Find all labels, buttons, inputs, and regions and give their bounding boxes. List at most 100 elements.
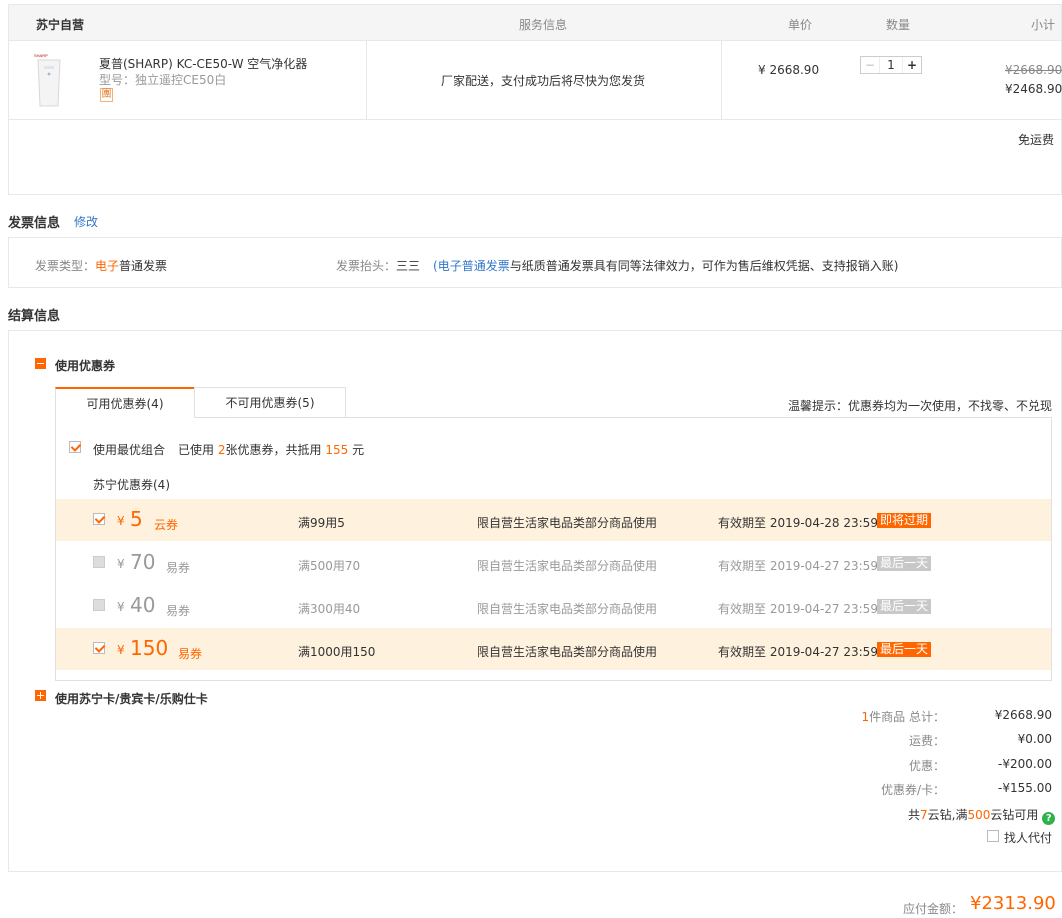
coupon-validity: 有效期至 2019-04-27 23:59 [718,645,878,659]
order-table-header: 苏宁自营 服务信息 单价 数量 小计 [9,5,1061,41]
coupon-scope: 限自营生活家电品类部分商品使用 [477,559,658,573]
summary-shipping: ¥0.00 [1017,732,1052,746]
coupon-rule: 满99用5 [298,516,345,530]
coupon-amount: 150 [130,636,169,660]
original-subtotal: ¥2668.90 [1005,63,1062,77]
divider [366,41,367,119]
invoice-note-link[interactable]: 电子普通发票 [438,259,510,273]
quantity-stepper[interactable]: − 1 + [860,56,922,74]
coupon-usage-summary: 已使用 2张优惠券，共抵用 155 元 [178,441,364,458]
header-subtotal: 小计 [1031,18,1056,32]
svg-text:SHARP: SHARP [34,53,48,58]
coupon-kind: 易券 [178,647,203,661]
quantity-input[interactable]: 1 [879,57,903,73]
order-table: 苏宁自营 服务信息 单价 数量 小计 [8,4,1062,195]
yunzuan-post: 云钻可用 [990,808,1039,822]
summary-discount-label: 优惠： [908,759,945,773]
header-price: 单价 [788,18,813,32]
coupon-yen: ¥ [117,600,125,614]
use-card-toggle[interactable]: 使用苏宁卡/贵宾卡/乐购仕卡 [55,690,208,707]
best-combo-checkbox[interactable] [69,441,81,453]
collapse-icon[interactable] [35,358,46,369]
coupon-status-tag: 最后一天 [877,599,932,614]
coupon-kind: 易券 [166,561,191,575]
yunzuan-count: 7 [920,808,928,822]
usage-amount: 155 [325,443,349,457]
use-coupon-toggle[interactable]: 使用优惠券 [55,357,115,374]
coupon-rule: 满500用70 [298,559,361,573]
coupon-tip: 温馨提示：优惠券均为一次使用，不找零、不兑现 [788,399,1053,413]
yunzuan-info: 共7云钻,满500云钻可用 ? [908,806,1056,825]
proxy-pay-label[interactable]: 找人代付 [1004,829,1052,846]
summary-coupon-label: 优惠券/卡： [880,783,945,797]
coupon-checkbox[interactable] [93,556,105,568]
proxy-pay-checkbox[interactable] [987,830,999,842]
coupon-checkbox[interactable] [93,513,105,525]
tab-unavailable-coupons[interactable]: 不可用优惠券(5) [194,387,346,418]
usage-unit: 元 [352,443,365,457]
invoice-header: 发票抬头：三三 [336,257,420,274]
invoice-edit-link[interactable]: 修改 [74,213,98,230]
coupon-kind: 云券 [154,518,179,532]
quantity-plus-button[interactable]: + [903,57,921,73]
divider [721,41,722,119]
coupon-validity: 有效期至 2019-04-27 23:59 [718,602,878,616]
usage-pre: 已使用 [178,443,215,457]
summary-discount: -¥200.00 [998,757,1052,771]
coupon-scope: 限自营生活家电品类部分商品使用 [477,645,658,659]
coupon-amount: 70 [130,550,156,574]
coupon-status-tag: 即将过期 [877,513,932,528]
summary-coupon: -¥155.00 [998,781,1052,795]
coupon-yen: ¥ [117,557,125,571]
coupon-rule: 满300用40 [298,602,361,616]
invoice-type: 发票类型：电子普通发票 [35,257,167,274]
coupon-checkbox[interactable] [93,599,105,611]
invoice-title: 发票信息 [8,216,61,231]
header-service: 服务信息 [519,18,568,32]
unit-price: ¥ 2668.90 [758,63,820,77]
invoice-type-label: 发票类型： [35,259,96,273]
coupon-yen: ¥ [117,643,125,657]
summary-total-label: 1件商品 总计： [825,708,945,725]
product-name[interactable]: 夏普(SHARP) KC-CE50-W 空气净化器 [99,55,307,72]
invoice-type-highlight: 电子 [95,259,120,273]
subtotal: ¥2468.90 [1005,82,1062,96]
product-model: 型号：独立遥控CE50白 [99,73,227,87]
coupon-validity: 有效期至 2019-04-28 23:59 [718,516,878,530]
quantity-minus-button[interactable]: − [861,57,879,73]
invoice-note-text: 与纸质普通发票具有同等法律效力，可作为售后维权凭据、支持报销入账) [509,259,899,273]
shipping-note: 免运费 [1018,133,1055,147]
payable-label: 应付金额： [903,902,964,916]
usage-mid: 张优惠券，共抵用 [225,443,322,457]
yunzuan-mid: 云钻,满 [927,808,968,822]
shop-name: 苏宁自营 [36,18,85,32]
coupon-checkbox[interactable] [93,642,105,654]
summary-total: ¥2668.90 [994,708,1052,722]
coupon-amount: 40 [130,593,156,617]
help-icon[interactable]: ? [1042,812,1056,825]
coupon-scope: 限自营生活家电品类部分商品使用 [477,516,658,530]
invoice-note: (电子普通发票与纸质普通发票具有同等法律效力，可作为售后维权凭据、支持报销入账) [433,257,898,274]
divider [9,119,1061,120]
coupon-group-label: 苏宁优惠券(4) [93,478,170,492]
best-combo-label[interactable]: 使用最优组合 [93,441,165,458]
settlement-title: 结算信息 [8,309,61,324]
coupon-scope: 限自营生活家电品类部分商品使用 [477,602,658,616]
yunzuan-min: 500 [967,808,991,822]
invoice-header-label: 发票抬头： [336,259,397,273]
tab-available-coupons[interactable]: 可用优惠券(4) [55,387,194,418]
service-info: 厂家配送，支付成功后将尽快为您发货 [441,74,646,88]
summary-shipping-label: 运费： [908,734,945,748]
invoice-header-value: 三三 [396,259,421,273]
coupon-yen: ¥ [117,514,125,528]
coupon-amount: 5 [130,507,143,531]
expand-icon[interactable] [35,690,46,701]
coupon-status-tag: 最后一天 [877,556,932,571]
group-buy-badge: 團 [100,88,113,102]
coupon-status-tag: 最后一天 [877,642,932,657]
summary-total-text: 件商品 总计： [869,710,945,724]
coupon-rule: 满1000用150 [298,645,376,659]
product-image[interactable]: SHARP [24,52,74,110]
coupon-validity: 有效期至 2019-04-27 23:59 [718,559,878,573]
coupon-kind: 易券 [166,604,191,618]
